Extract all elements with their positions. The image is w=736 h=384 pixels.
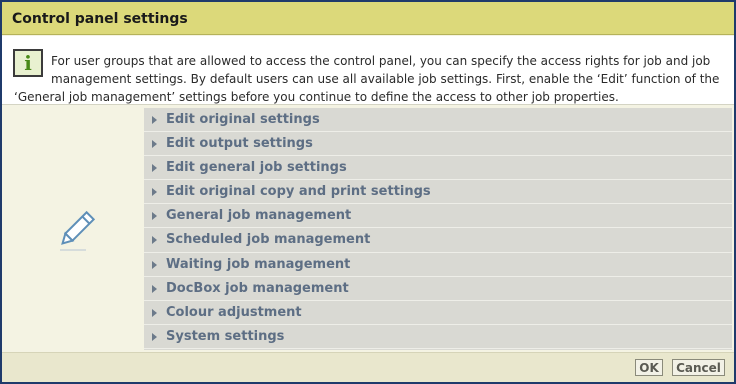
chevron-right-icon — [152, 332, 157, 341]
settings-list-item[interactable]: Edit general job settings — [144, 156, 732, 181]
cancel-button[interactable]: Cancel — [672, 359, 725, 376]
chevron-right-icon — [152, 212, 157, 221]
settings-list-item[interactable]: Edit original copy and print settings — [144, 180, 732, 205]
settings-list-item-label: Edit original copy and print settings — [166, 184, 431, 200]
info-panel: For user groups that are allowed to acce… — [2, 36, 734, 105]
chevron-right-icon — [152, 308, 157, 317]
dialog-footer: OK Cancel — [2, 352, 734, 382]
settings-list-item-label: Scheduled job management — [166, 232, 371, 248]
pencil-icon — [60, 210, 96, 251]
settings-list-item-label: General job management — [166, 208, 352, 224]
settings-list-item[interactable]: Colour adjustment — [144, 301, 732, 325]
settings-list-item[interactable]: Edit original settings — [144, 108, 732, 133]
settings-list-item-label: DocBox job management — [166, 280, 349, 296]
settings-list-item[interactable]: Scheduled job management — [144, 228, 732, 253]
settings-list-item-label: Edit original settings — [166, 112, 320, 127]
chevron-right-icon — [152, 188, 157, 197]
ok-button[interactable]: OK — [635, 359, 663, 376]
info-text: For user groups that are allowed to acce… — [14, 52, 726, 106]
chevron-right-icon — [152, 260, 157, 269]
chevron-right-icon — [152, 284, 157, 293]
settings-list-item[interactable]: Edit output settings — [144, 132, 732, 157]
control-panel-settings-dialog: Control panel settings For user groups t… — [0, 0, 736, 384]
info-icon: i — [13, 49, 43, 77]
settings-list-item[interactable]: System settings — [144, 325, 732, 349]
chevron-right-icon — [152, 140, 157, 149]
settings-list-item-label: Colour adjustment — [166, 304, 302, 320]
info-line-2: management settings. By default users ca… — [51, 72, 720, 86]
info-line-3: ‘General job management’ settings before… — [14, 90, 619, 104]
settings-list-item[interactable]: DocBox job management — [144, 277, 732, 301]
dialog-body: Edit original settings Edit output settin… — [2, 106, 734, 350]
dialog-titlebar: Control panel settings — [2, 2, 734, 35]
settings-list-item[interactable]: General job management — [144, 204, 732, 229]
settings-list-item[interactable]: Waiting job management — [144, 253, 732, 277]
chevron-right-icon — [152, 236, 157, 245]
settings-list-item-label: Waiting job management — [166, 256, 351, 272]
settings-list-item-label: System settings — [166, 328, 285, 344]
dialog-title: Control panel settings — [12, 11, 188, 27]
chevron-right-icon — [152, 116, 157, 124]
chevron-right-icon — [152, 164, 157, 173]
settings-list-item-label: Edit general job settings — [166, 160, 347, 176]
settings-list: Edit original settings Edit output settin… — [144, 108, 732, 350]
settings-list-item-label: Edit output settings — [166, 136, 313, 152]
left-icon-pane — [4, 106, 144, 350]
info-line-1: For user groups that are allowed to acce… — [51, 54, 711, 68]
